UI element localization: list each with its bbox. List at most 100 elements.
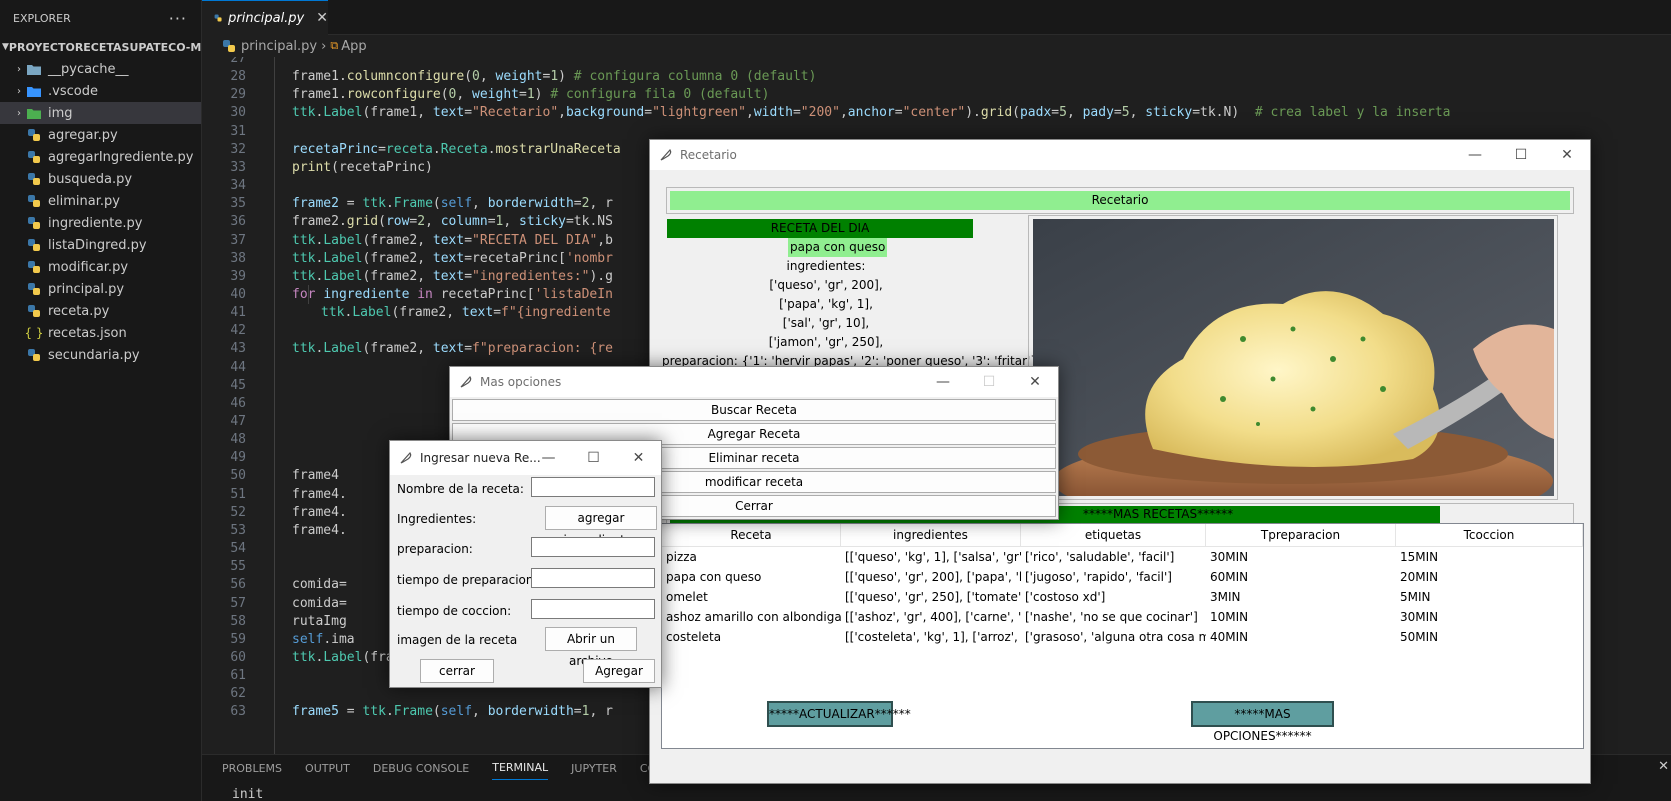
table-row[interactable]: costeleta [['costeleta', 'kg', 1], ['arro… (662, 627, 1583, 647)
column-header[interactable]: Receta (662, 524, 841, 546)
panel-tab[interactable]: JUPYTER (571, 757, 617, 780)
code-token: frame4. (292, 522, 347, 538)
breadcrumb-symbol[interactable]: App (341, 39, 366, 54)
table-cell: ['costoso xd'] (1025, 590, 1106, 604)
line-number: 37 (230, 232, 246, 248)
line-number: 53 (230, 522, 246, 538)
feather-icon (398, 450, 414, 466)
file-tree-item[interactable]: › .vscode (0, 80, 201, 102)
code-token: Label (323, 250, 363, 266)
recetario-titlebar[interactable]: Recetario — ☐ ✕ (650, 140, 1590, 170)
code-token: frame1. (292, 87, 347, 103)
file-tree-item[interactable]: receta.py (0, 300, 201, 322)
project-folder[interactable]: ▼ PROYECTORECETASUPATECO-MAS... (0, 36, 201, 58)
mas-opciones-titlebar[interactable]: Mas opciones — ☐ ✕ (450, 367, 1058, 397)
code-token: .ima (323, 631, 355, 647)
column-header[interactable]: Tpreparacion (1206, 524, 1396, 546)
chevron-right-icon: › (17, 85, 21, 97)
file-tree-item[interactable]: busqueda.py (0, 168, 201, 190)
close-icon[interactable]: ✕ (1012, 367, 1058, 397)
cerrar-button[interactable]: cerrar (420, 659, 494, 683)
tab-principal-py[interactable]: principal.py ✕ (202, 0, 328, 35)
file-tree-item[interactable]: modificar.py (0, 256, 201, 278)
line-number: 41 (230, 305, 246, 321)
file-tree-item[interactable]: › img (0, 102, 201, 124)
close-tab-icon[interactable]: ✕ (316, 10, 328, 26)
close-icon[interactable]: ✕ (1544, 140, 1590, 170)
file-tree-item[interactable]: ingrediente.py (0, 212, 201, 234)
mas-opciones-button[interactable]: *****MAS OPCIONES****** (1191, 701, 1334, 743)
maximize-icon[interactable]: ☐ (571, 441, 616, 475)
ingresar-titlebar[interactable]: Ingresar nueva Re... — ☐ ✕ (390, 441, 661, 475)
more-actions-icon[interactable]: ··· (169, 9, 187, 28)
code-token: Label (323, 268, 363, 284)
code-token: width (753, 105, 793, 121)
abrir-archivo-button[interactable]: Abrir un archivo (545, 627, 637, 668)
file-tree-item[interactable]: listaDingred.py (0, 234, 201, 256)
code-token: 5 (1121, 105, 1130, 121)
python-icon (26, 150, 42, 164)
file-tree-item[interactable]: eliminar.py (0, 190, 201, 212)
file-tree-item[interactable]: { } recetas.json (0, 322, 201, 344)
file-tree-item[interactable]: principal.py (0, 278, 201, 300)
table-cell: 30MIN (1210, 550, 1249, 564)
breadcrumb-file[interactable]: principal.py (241, 39, 317, 54)
tiempo-coccion-label: tiempo de coccion: (397, 604, 512, 618)
file-label: agregar.py (48, 127, 118, 143)
code-token: ttk (292, 105, 316, 121)
code-token: receta (385, 141, 433, 157)
close-icon[interactable]: ✕ (616, 441, 661, 475)
code-token: f"{ingrediente (501, 305, 611, 321)
table-cell: [['queso', 'gr', 200], ['papa', 'kg', 1 (845, 570, 1021, 584)
minimize-icon[interactable]: — (920, 367, 966, 397)
column-header[interactable]: Tcoccion (1396, 524, 1583, 546)
code-token: "Recetario" (472, 105, 559, 121)
close-panel-icon[interactable]: ✕ (1658, 759, 1669, 774)
actualizar-button[interactable]: *****ACTUALIZAR****** (767, 701, 911, 727)
terminal-output[interactable]: init (232, 787, 263, 801)
line-number: 42 (230, 323, 246, 339)
nombre-input[interactable] (531, 477, 655, 497)
code-line: frame4. (292, 503, 347, 522)
code-token: = (644, 105, 653, 121)
column-header[interactable]: ingredientes (841, 524, 1021, 546)
agregar-button[interactable]: Agregar (583, 659, 655, 683)
buscar-receta-button[interactable]: Buscar Receta (452, 399, 1056, 421)
panel-tab[interactable]: TERMINAL (492, 756, 549, 780)
file-tree-item[interactable]: agregar.py (0, 124, 201, 146)
code-token: (frame2, (391, 305, 462, 321)
line-number: 49 (230, 450, 246, 466)
minimize-icon[interactable]: — (1452, 140, 1498, 170)
code-line: ttk.Label(frame2, text="RECETA DEL DIA",… (292, 231, 613, 250)
file-label: modificar.py (48, 259, 129, 275)
line-number: 57 (230, 595, 246, 611)
table-row[interactable]: papa con queso [['queso', 'gr', 200], ['p… (662, 567, 1583, 587)
window-controls: — ☐ ✕ (920, 367, 1058, 397)
python-icon (26, 216, 42, 230)
code-line: comida= (292, 594, 347, 613)
maximize-icon[interactable]: ☐ (1498, 140, 1544, 170)
table-row[interactable]: pizza [['queso', 'kg', 1], ['salsa', 'gr'… (662, 547, 1583, 567)
tiempo-preparacion-input[interactable] (531, 568, 655, 588)
code-token: ( (432, 704, 441, 720)
column-header[interactable]: etiquetas (1021, 524, 1206, 546)
minimize-icon[interactable]: — (526, 441, 571, 475)
agregar-ingredientes-button[interactable]: agregar ingredientes (545, 506, 657, 547)
panel-tab[interactable]: PROBLEMS (222, 757, 282, 780)
code-token: ).g (589, 268, 613, 284)
code-token: columnconfigure (346, 69, 465, 85)
code-token: weight (472, 87, 519, 103)
panel-tab[interactable]: DEBUG CONSOLE (373, 757, 469, 780)
file-tree-item[interactable]: › __pycache__ (0, 58, 201, 80)
table-row[interactable]: omelet [['queso', 'gr', 250], ['tomate', … (662, 587, 1583, 607)
file-tree-item[interactable]: secundaria.py (0, 344, 201, 366)
panel-tab[interactable]: OUTPUT (305, 757, 350, 780)
tiempo-coccion-input[interactable] (531, 599, 655, 619)
line-number: 52 (230, 504, 246, 520)
line-number: 47 (230, 414, 246, 429)
table-row[interactable]: ashoz amarillo con albondigas [['ashoz', … (662, 607, 1583, 627)
code-token: (frame2, (362, 232, 433, 248)
code-token: background (565, 105, 645, 121)
file-tree-item[interactable]: agregarIngrediente.py (0, 146, 201, 168)
preparacion-input[interactable] (531, 537, 655, 557)
